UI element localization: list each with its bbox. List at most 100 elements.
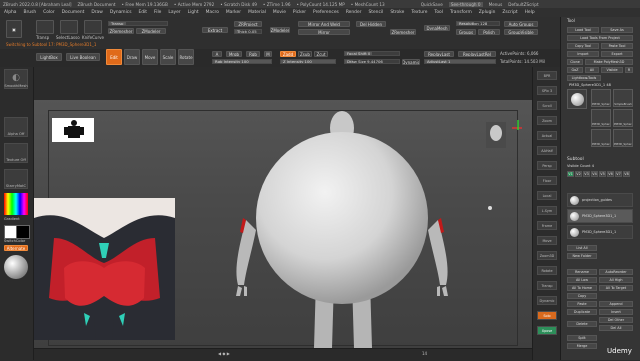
visible-button[interactable]: Visible	[601, 67, 623, 73]
auto-reorder-button[interactable]: AutoReorder	[599, 269, 633, 275]
bottom-arrows-icon[interactable]: ◀ ◆ ▶	[218, 351, 230, 356]
menu-preferences[interactable]: Preferences	[312, 10, 340, 15]
make-polymesh-button[interactable]: Make PolyMesh3D	[585, 59, 633, 65]
right-shelf-floor[interactable]: Floor	[537, 176, 557, 185]
import-button[interactable]: Import	[567, 51, 599, 57]
delete-button[interactable]: Delete	[567, 321, 597, 327]
focal-shift-slider[interactable]: Focal Shift 0	[344, 51, 400, 56]
menu-light[interactable]: Light	[187, 10, 200, 15]
menu-movie[interactable]: Movie	[272, 10, 287, 15]
draw-button[interactable]: Draw	[124, 49, 140, 65]
tool-thumb[interactable]: PM3D_Sphere3D	[613, 109, 633, 127]
menu-brush[interactable]: Brush	[22, 10, 37, 15]
menu-material[interactable]: Material	[247, 10, 267, 15]
subtool-v7-tab[interactable]: V7	[615, 171, 622, 177]
menu-document[interactable]: Document	[61, 10, 86, 15]
brush-slot[interactable]	[36, 20, 54, 34]
menu-stroke[interactable]: Stroke	[389, 10, 405, 15]
rgb-button[interactable]: Rgb	[246, 51, 260, 57]
tool-thumb[interactable]: SimpleBrush	[613, 89, 633, 107]
menu-macro[interactable]: Macro	[205, 10, 220, 15]
menu-dynamics[interactable]: Dynamics	[109, 10, 133, 15]
tool-thumb[interactable]: PM3D_Sphere3D	[591, 129, 611, 147]
polish-button[interactable]: Polish	[478, 29, 500, 35]
new-folder-button[interactable]: New Folder	[567, 253, 597, 259]
live-boolean-button[interactable]: Live Boolean	[66, 53, 100, 61]
del-hidden-button[interactable]: Del Hidden	[356, 21, 386, 27]
lightbox-button[interactable]: LightBox	[36, 53, 62, 61]
adjust-last-slider[interactable]: AdjustLast 1	[424, 59, 496, 64]
zremesher-button[interactable]: ZRemesher	[108, 28, 134, 34]
right-shelf-move[interactable]: Move	[537, 236, 557, 245]
silhouette-thumbnail[interactable]	[52, 118, 94, 142]
right-shelf-zoom3d[interactable]: Zoom3D	[537, 251, 557, 260]
right-shelf-xpose[interactable]: Xpose	[537, 326, 557, 335]
rgb-intensity-slider[interactable]: Rgb Intensity 100	[212, 59, 272, 64]
auto-groups-button[interactable]: Auto Groups	[504, 21, 538, 27]
navigation-head-icon[interactable]	[490, 125, 502, 141]
see-through-slider[interactable]: See-through 0	[448, 1, 483, 7]
right-shelf-dynamic[interactable]: Dynamic	[537, 296, 557, 305]
save-as-button[interactable]: Save As	[601, 27, 633, 33]
zmodeler-button[interactable]: ZModeler	[136, 28, 166, 34]
zrproject-button[interactable]: ZRProject	[234, 21, 262, 27]
material-thumb[interactable]: StarryMatC	[4, 169, 28, 189]
subtool-v1-tab[interactable]: V1	[567, 171, 574, 177]
menu-help[interactable]: Help	[524, 10, 536, 15]
paste-tool-button[interactable]: Paste Tool	[601, 43, 633, 49]
scale-button[interactable]: Scale	[160, 49, 176, 65]
copy-button[interactable]: Copy	[567, 293, 597, 299]
load-tools-project-button[interactable]: Load Tools From Project	[567, 35, 633, 41]
paste-button[interactable]: Paste	[567, 301, 597, 307]
right-shelf-bpr[interactable]: BPR	[537, 71, 557, 80]
r-button[interactable]: R	[625, 67, 633, 73]
clone-button[interactable]: Clone	[567, 59, 583, 65]
subtool-v6-tab[interactable]: V6	[607, 171, 614, 177]
right-shelf-rotate[interactable]: Rotate	[537, 266, 557, 275]
move-button[interactable]: Move	[142, 49, 158, 65]
tool-thumb[interactable]: PM3D_Sphere3D	[613, 129, 633, 147]
zadd-button[interactable]: Zadd	[280, 51, 296, 57]
menu-texture[interactable]: Texture	[410, 10, 428, 15]
right-shelf-solo[interactable]: Solo	[537, 311, 557, 320]
right-shelf-transp[interactable]: Transp	[537, 281, 557, 290]
dynamesh-button[interactable]: DynaMesh	[424, 25, 450, 31]
menu-transform[interactable]: Transform	[449, 10, 473, 15]
all-to-target-button[interactable]: All To Target	[599, 285, 633, 291]
material-sphere[interactable]	[4, 255, 28, 279]
right-shelf-local[interactable]: Local	[537, 191, 557, 200]
subtool-v8-tab[interactable]: V8	[623, 171, 630, 177]
append-button[interactable]: Append	[599, 301, 633, 307]
export-button[interactable]: Export	[601, 51, 633, 57]
groups-button[interactable]: Groups	[456, 29, 476, 35]
subtool-v4-tab[interactable]: V4	[591, 171, 598, 177]
mirror-weld-button[interactable]: Mirror And Weld	[298, 21, 350, 27]
menu-edit[interactable]: Edit	[138, 10, 149, 15]
zsub-button[interactable]: Zsub	[298, 51, 312, 57]
lightbox-tools-button[interactable]: Lightbox▸Tools	[567, 75, 601, 81]
menu-draw[interactable]: Draw	[90, 10, 103, 15]
menu-zplugin[interactable]: Zplugin	[478, 10, 497, 15]
extract-button[interactable]: Extract	[202, 27, 228, 33]
dynamic-button[interactable]: Dynamic	[402, 59, 420, 65]
right-shelf-l-sym[interactable]: L.Sym	[537, 206, 557, 215]
menu-picker[interactable]: Picker	[292, 10, 307, 15]
rename-button[interactable]: Rename	[567, 269, 597, 275]
all-to-home-button[interactable]: All To Home	[567, 285, 597, 291]
goz-button[interactable]: GoZ	[567, 67, 583, 73]
subtool-item[interactable]: projection_guides	[567, 193, 633, 207]
resolution-slider[interactable]: Resolution 128	[456, 21, 500, 26]
m-button[interactable]: M	[264, 51, 272, 57]
subtool-item[interactable]: PM3D_Sphere3D1_1	[567, 209, 633, 223]
tool-thumb[interactable]: PM3D_Sphere3D	[591, 89, 611, 107]
duplicate-button[interactable]: Duplicate	[567, 309, 597, 315]
group-visible-button[interactable]: GroupVisible	[504, 29, 538, 35]
current-tool-thumb[interactable]	[567, 89, 587, 109]
menus-toggle[interactable]: Menus	[489, 2, 503, 7]
reference-image-overlay[interactable]	[34, 198, 175, 340]
tool-palette-header[interactable]: Tool	[567, 18, 575, 23]
transp-slider[interactable]: Transp	[108, 21, 168, 26]
texture-thumb[interactable]: Texture Off	[4, 143, 28, 163]
draw-size-slider[interactable]: Draw Size 9.44706	[344, 59, 400, 64]
del-other-button[interactable]: Del Other	[599, 317, 633, 323]
